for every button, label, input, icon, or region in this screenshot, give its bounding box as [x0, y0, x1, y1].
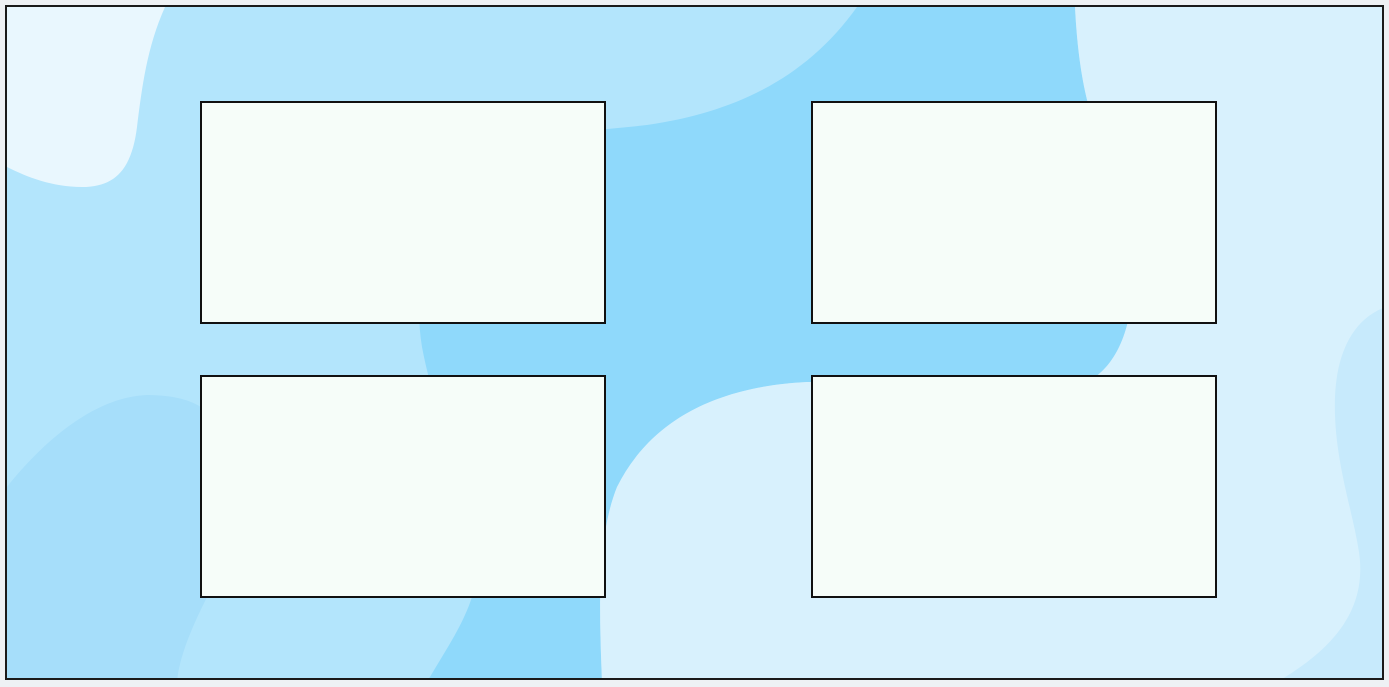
content-box-bottom-left[interactable] [200, 375, 606, 598]
content-box-top-right[interactable] [811, 101, 1217, 324]
slide-canvas [5, 5, 1384, 680]
content-box-bottom-right[interactable] [811, 375, 1217, 598]
content-box-top-left[interactable] [200, 101, 606, 324]
